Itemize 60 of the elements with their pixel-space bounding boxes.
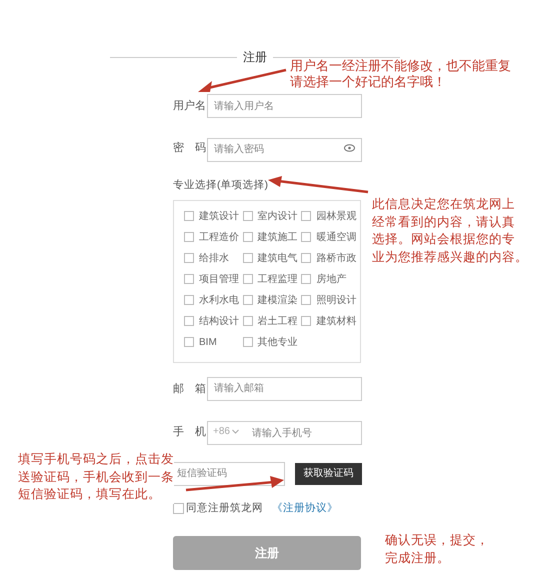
option-label: 工程造价	[199, 230, 239, 245]
annotation-text: 此信息决定您在筑龙网上 经常看到的内容，请认真 选择。网站会根据您的专 业为您推荐感兴趣的内容。	[372, 196, 528, 266]
agreement-text: 同意注册筑龙网	[186, 500, 263, 516]
option-label: BIM	[199, 336, 217, 350]
password-field[interactable]: 请输入密码	[207, 138, 362, 162]
annotation-text: 填写手机号码之后，点击发 送验证码，手机会收到一条 短信验证码，填写在此。	[18, 451, 174, 504]
option-label: 室内设计	[258, 210, 298, 224]
field-label: 密 码	[173, 140, 207, 156]
sms-code-field[interactable]: 短信验证码	[173, 462, 285, 486]
option-label: 岩土工程	[258, 314, 298, 329]
option-label: 工程监理	[258, 272, 298, 287]
option-label: 园林景观	[316, 210, 356, 224]
section-label: 专业选择(单项选择)	[173, 178, 268, 193]
checkbox[interactable]	[242, 274, 253, 284]
checkbox[interactable]	[184, 253, 194, 264]
checkbox[interactable]	[242, 232, 253, 242]
checkbox[interactable]	[242, 316, 253, 326]
checkbox[interactable]	[184, 316, 194, 326]
checkbox[interactable]	[184, 274, 194, 284]
option-label: 建筑施工	[258, 230, 298, 245]
annotation-text: 用户名一经注册不能修改，也不能重复 请选择一个好记的名字哦！	[290, 58, 511, 90]
eye-icon[interactable]	[344, 144, 355, 152]
option-label: 建筑电气	[258, 252, 298, 266]
checkbox[interactable]	[184, 211, 194, 222]
option-label: 建筑设计	[199, 210, 239, 224]
checkbox[interactable]	[301, 253, 312, 264]
checkbox[interactable]	[184, 337, 194, 348]
field-label: 用户名	[173, 98, 207, 114]
checkbox[interactable]	[301, 295, 312, 306]
email-field[interactable]: 请输入邮箱	[207, 376, 362, 401]
checkbox[interactable]	[242, 295, 253, 306]
checkbox[interactable]	[242, 253, 253, 264]
option-label: 结构设计	[199, 314, 239, 329]
checkbox[interactable]	[184, 232, 194, 242]
option-label: 项目管理	[199, 272, 239, 287]
agreement-link[interactable]: 《注册协议》	[272, 500, 338, 516]
checkbox[interactable]	[301, 232, 312, 242]
option-label: 房地产	[316, 272, 346, 287]
option-label: 水利水电	[199, 294, 239, 308]
option-label: 其他专业	[258, 336, 298, 350]
checkbox[interactable]	[301, 211, 312, 222]
option-label: 路桥市政	[316, 252, 356, 266]
field-label: 手 机	[173, 424, 207, 440]
username-field[interactable]: 请输入用户名	[207, 94, 362, 118]
caret-icon[interactable]	[232, 429, 239, 434]
checkbox[interactable]	[301, 316, 312, 326]
option-label: 建筑材料	[316, 314, 356, 329]
option-label: 给排水	[199, 252, 229, 266]
checkbox[interactable]	[242, 211, 253, 222]
annotation-text: 确认无误，提交， 完成注册。	[385, 532, 489, 566]
option-label: 建模渲染	[258, 294, 298, 308]
checkbox[interactable]	[173, 503, 184, 514]
checkbox[interactable]	[184, 295, 194, 306]
form-title: 注册	[242, 49, 268, 66]
get-code-button[interactable]: 获取验证码	[295, 462, 362, 485]
field-label: 邮 箱	[173, 382, 207, 396]
checkbox[interactable]	[242, 337, 253, 348]
checkbox[interactable]	[301, 274, 312, 284]
option-label: 暖通空调	[316, 230, 356, 245]
option-label: 照明设计	[316, 294, 356, 308]
